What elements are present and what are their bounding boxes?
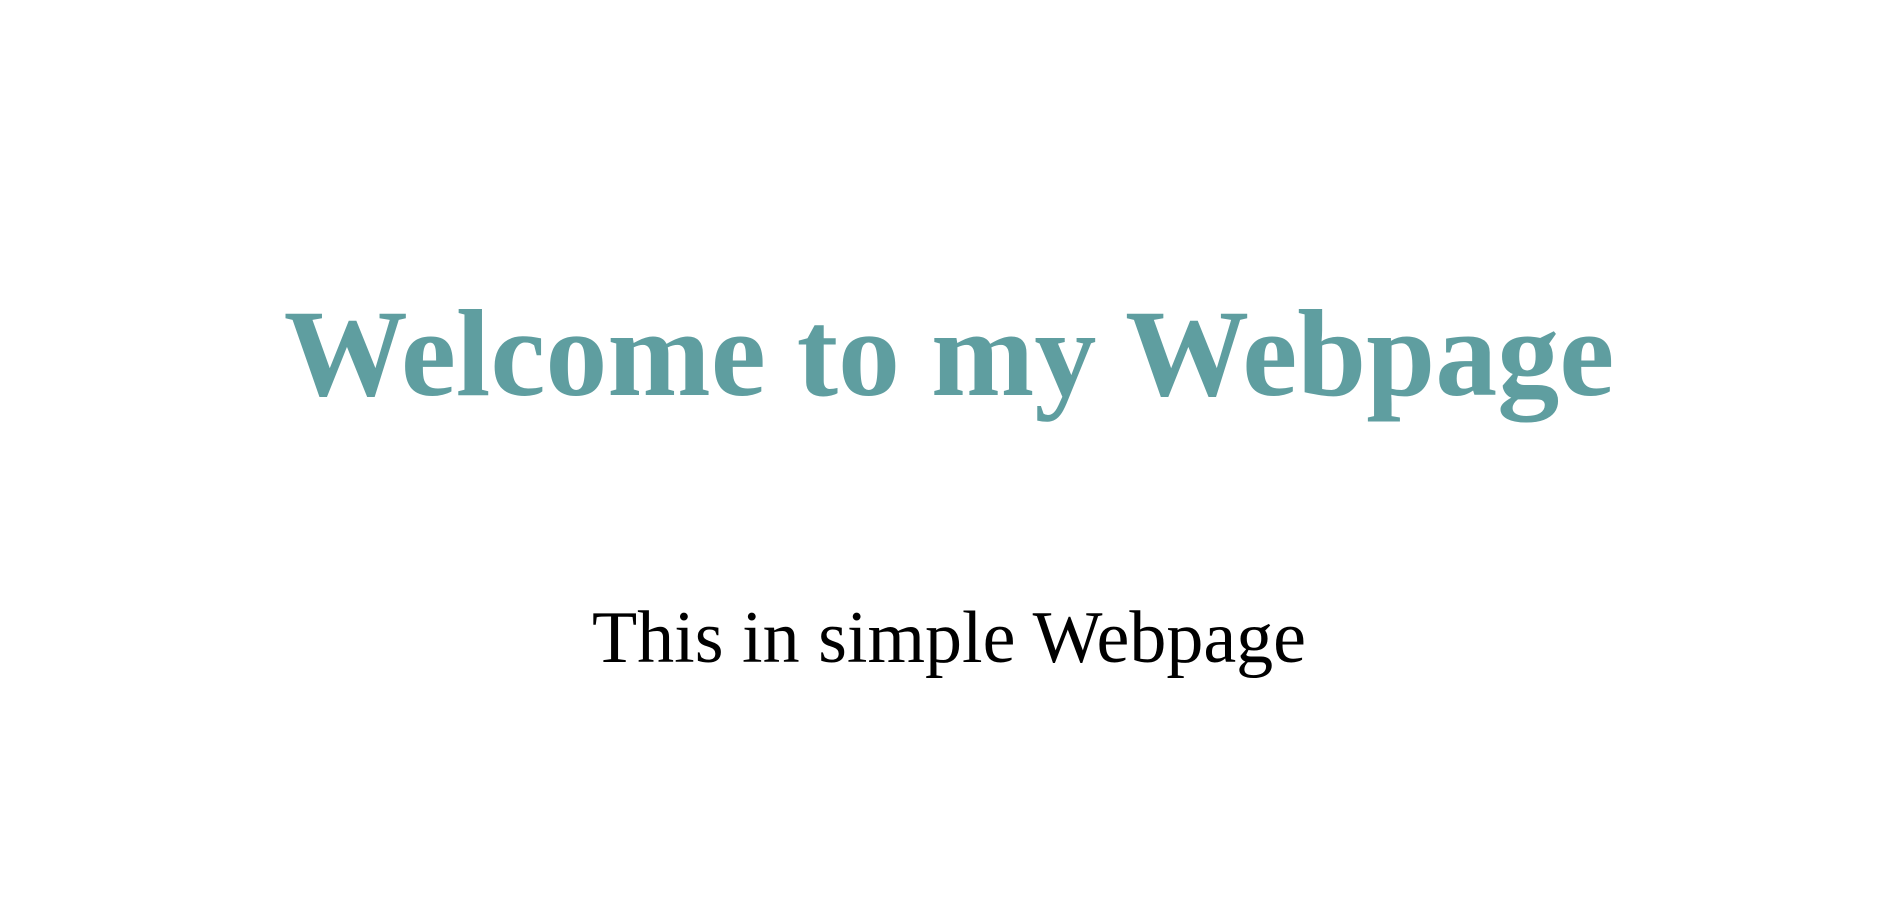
page-title: Welcome to my Webpage — [283, 285, 1615, 422]
page-body: Welcome to my Webpage This in simple Web… — [0, 0, 1898, 909]
page-subtitle: This in simple Webpage — [591, 597, 1307, 679]
